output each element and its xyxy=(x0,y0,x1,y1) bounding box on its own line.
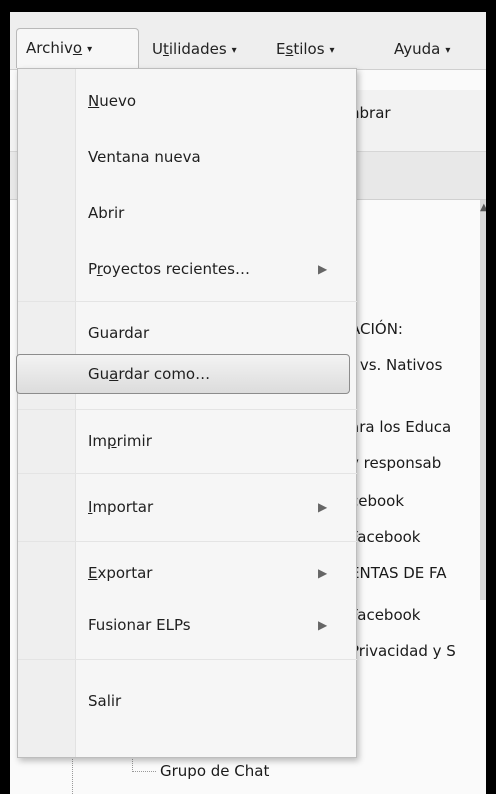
menu-item-ventana-nueva[interactable]: Ventana nueva xyxy=(88,137,201,177)
menu-item-exportar[interactable]: Exportar ▶ xyxy=(88,553,327,593)
outline-item[interactable]: Facebook xyxy=(350,606,420,624)
outline-item[interactable]: y responsab xyxy=(350,454,441,472)
chevron-down-icon: ▾ xyxy=(231,45,237,56)
outline-item[interactable]: ; vs. Nativos xyxy=(350,356,442,374)
chevron-down-icon: ▾ xyxy=(329,45,335,56)
menu-separator xyxy=(18,473,357,474)
menu-ayuda[interactable]: Ayuda ▾ xyxy=(394,34,450,64)
menu-separator xyxy=(18,659,357,660)
outline-item[interactable]: ENTAS DE FA xyxy=(350,564,447,582)
outline-item[interactable]: Grupo de Chat xyxy=(160,762,269,780)
outline-item[interactable]: Facebook xyxy=(350,528,420,546)
menu-item-fusionar-elps[interactable]: Fusionar ELPs ▶ xyxy=(88,605,327,645)
menu-item-salir[interactable]: Salir xyxy=(88,681,121,721)
outline-item[interactable]: ara los Educa xyxy=(350,418,451,436)
menu-separator xyxy=(18,409,357,410)
menu-item-guardar-como[interactable]: Guardar como… xyxy=(88,354,210,394)
menu-archivo-label: Archivo xyxy=(26,39,83,57)
menu-separator xyxy=(18,541,357,542)
submenu-arrow-icon: ▶ xyxy=(318,500,328,514)
menu-separator xyxy=(18,301,357,302)
archivo-dropdown-menu: Nuevo Ventana nueva Abrir Proyectos reci… xyxy=(16,68,357,758)
submenu-arrow-icon: ▶ xyxy=(318,566,328,580)
app-window: Archivo ▾ Utilidades ▾ Estilos ▾ Ayuda ▾ nbr… xyxy=(8,12,486,794)
menu-item-abrir[interactable]: Abrir xyxy=(88,193,124,233)
menu-item-proyectos-recientes[interactable]: Proyectos recientes… ▶ xyxy=(88,249,327,289)
menu-icon-gutter xyxy=(18,69,76,757)
scrollbar[interactable] xyxy=(480,200,486,600)
menu-utilidades-label: Utilidades xyxy=(152,40,227,58)
menu-ayuda-label: Ayuda xyxy=(394,40,441,58)
chevron-down-icon: ▾ xyxy=(445,45,451,56)
outline-item[interactable]: cebook xyxy=(350,492,404,510)
menu-estilos-label: Estilos xyxy=(276,40,325,58)
submenu-arrow-icon: ▶ xyxy=(318,262,328,276)
menu-item-guardar[interactable]: Guardar xyxy=(88,313,149,353)
menu-estilos[interactable]: Estilos ▾ xyxy=(276,34,335,64)
chevron-down-icon: ▾ xyxy=(87,44,93,55)
scroll-up-icon[interactable]: ▲ xyxy=(480,202,486,213)
menu-item-imprimir[interactable]: Imprimir xyxy=(88,421,152,461)
outline-item[interactable]: ACIÓN: xyxy=(350,320,403,338)
menu-item-nuevo[interactable]: Nuevo xyxy=(88,81,136,121)
menu-item-importar[interactable]: Importar ▶ xyxy=(88,487,327,527)
submenu-arrow-icon: ▶ xyxy=(318,618,328,632)
menu-utilidades[interactable]: Utilidades ▾ xyxy=(152,34,237,64)
menubar: Archivo ▾ Utilidades ▾ Estilos ▾ Ayuda ▾ xyxy=(10,12,486,70)
menu-archivo[interactable]: Archivo ▾ xyxy=(16,28,139,68)
outline-item[interactable]: Privacidad y S xyxy=(350,642,456,660)
